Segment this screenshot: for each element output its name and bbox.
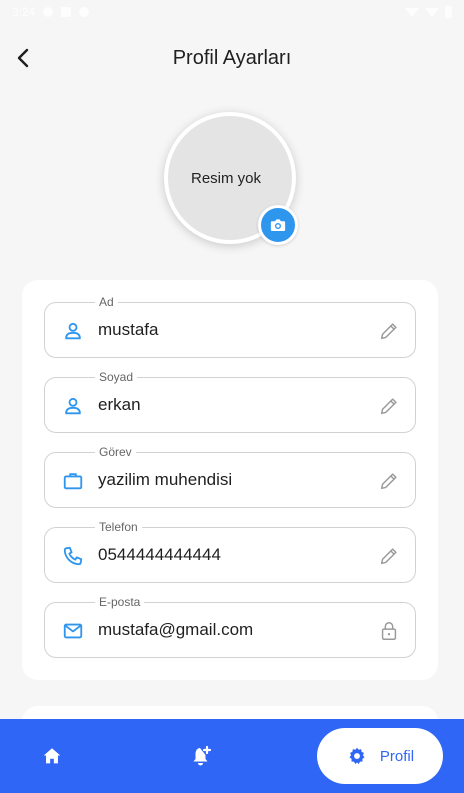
- phone-icon: [61, 544, 85, 568]
- email-field[interactable]: E-posta mustafa@gmail.com: [44, 595, 416, 658]
- phone-label: Telefon: [95, 520, 142, 534]
- phone-value: 0544444444444: [98, 545, 221, 564]
- page-title: Profil Ayarları: [172, 47, 292, 69]
- edit-icon[interactable]: [377, 394, 401, 418]
- mail-icon: [61, 619, 85, 643]
- change-photo-button[interactable]: [258, 205, 298, 245]
- battery-icon: [445, 6, 452, 18]
- first-name-field[interactable]: Ad mustafa: [44, 295, 416, 358]
- settings-icon: [349, 747, 365, 765]
- person-icon: [61, 319, 85, 343]
- camera-icon: [270, 219, 286, 231]
- nav-profile[interactable]: Profil: [317, 728, 443, 784]
- last-name-field[interactable]: Soyad erkan: [44, 370, 416, 433]
- settings-status-icon: [43, 7, 54, 17]
- nav-notifications[interactable]: [184, 738, 220, 774]
- last-name-label: Soyad: [95, 370, 138, 384]
- status-bar: 3:24: [0, 0, 464, 24]
- signal-icon: [425, 7, 439, 17]
- lock-icon: [377, 619, 401, 643]
- avatar-placeholder-text: Resim yok: [190, 169, 261, 187]
- edit-icon[interactable]: [377, 544, 401, 568]
- app-bar: Profil Ayarları: [0, 30, 464, 86]
- edit-icon[interactable]: [377, 319, 401, 343]
- home-icon: [43, 748, 61, 764]
- job-title-value: yazilim muhendisi: [98, 470, 233, 489]
- nav-profile-label: Profil: [379, 747, 415, 765]
- bottom-navigation: Profil: [0, 719, 464, 793]
- shield-status-icon: [61, 7, 72, 17]
- add-notification-icon: [193, 745, 212, 766]
- edit-icon[interactable]: [377, 469, 401, 493]
- profile-form-card: Ad mustafa Soyad erkan Görev yazilim muh…: [22, 280, 438, 680]
- job-title-label: Görev: [95, 445, 136, 459]
- status-time: 3:24: [12, 5, 36, 19]
- first-name-value: mustafa: [98, 320, 159, 339]
- briefcase-icon: [61, 469, 85, 493]
- first-name-label: Ad: [95, 295, 118, 309]
- last-name-value: erkan: [98, 395, 141, 414]
- notification-status-icon: [79, 7, 90, 17]
- person-icon: [61, 394, 85, 418]
- phone-field[interactable]: Telefon 0544444444444: [44, 520, 416, 583]
- email-value: mustafa@gmail.com: [98, 620, 254, 639]
- job-title-field[interactable]: Görev yazilim muhendisi: [44, 445, 416, 508]
- email-label: E-posta: [95, 595, 145, 609]
- wifi-icon: [405, 7, 419, 17]
- nav-home[interactable]: [34, 738, 70, 774]
